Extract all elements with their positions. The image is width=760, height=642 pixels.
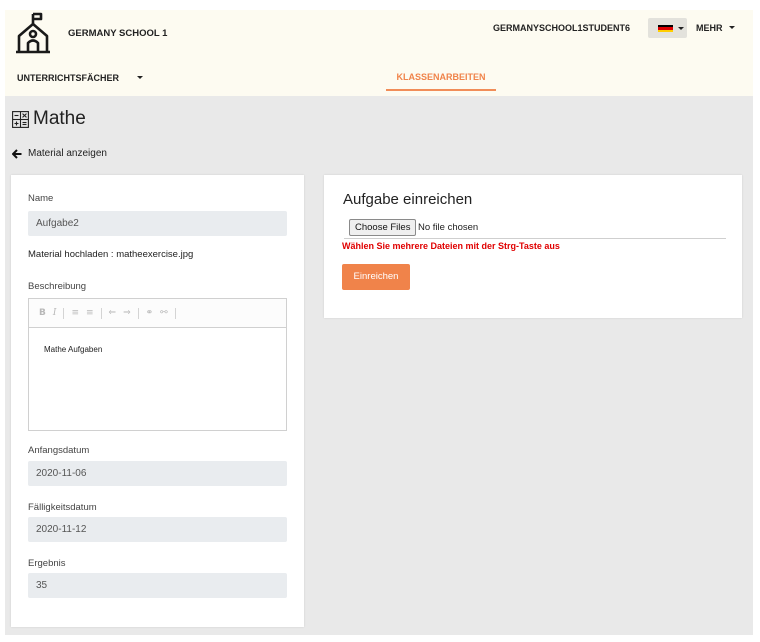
toolbar-divider <box>63 307 65 319</box>
italic-button[interactable]: I <box>53 308 57 318</box>
chevron-down-icon <box>729 26 735 29</box>
link-icon[interactable]: ⚭ <box>146 308 154 318</box>
editor-content[interactable]: Mathe Aufgaben <box>29 328 286 354</box>
due-date-label: Fälligkeitsdatum <box>28 502 97 513</box>
name-field: Aufgabe2 <box>28 211 287 236</box>
upload-material-text[interactable]: Material hochladen : matheexercise.jpg <box>28 249 193 260</box>
choose-files-button[interactable]: Choose Files <box>349 219 417 236</box>
chevron-down-icon <box>678 27 684 30</box>
name-label: Name <box>28 193 54 204</box>
result-field: 35 <box>28 573 287 598</box>
material-details-card: Name Aufgabe2 Material hochladen : mathe… <box>11 175 304 627</box>
language-dropdown[interactable] <box>648 18 687 38</box>
page-title: Mathe <box>12 108 86 130</box>
ordered-list-icon[interactable]: ≡ <box>71 308 79 318</box>
toolbar-divider <box>174 307 176 319</box>
more-label: MEHR <box>696 23 723 33</box>
start-date-field: 2020-11-06 <box>28 461 287 486</box>
bullet-list-icon[interactable]: ≡ <box>86 308 94 318</box>
submit-assignment-card: Aufgabe einreichen Choose Files No file … <box>324 175 742 318</box>
multi-select-hint: Wählen Sie mehrere Dateien mit der Strg-… <box>342 241 560 251</box>
german-flag-icon <box>658 25 673 32</box>
outdent-icon[interactable]: ⇐ <box>109 308 117 318</box>
file-input[interactable]: Choose Files No file chosen <box>344 218 726 239</box>
app-frame: GERMANY SCHOOL 1 GERMANYSCHOOL1STUDENT6 … <box>5 10 753 635</box>
more-menu[interactable]: MEHR <box>696 23 735 33</box>
submit-title: Aufgabe einreichen <box>343 191 473 208</box>
calculator-icon <box>12 110 29 128</box>
chevron-down-icon <box>137 76 143 79</box>
arrow-left-icon <box>12 148 22 159</box>
result-label: Ergebnis <box>28 558 66 569</box>
subjects-menu[interactable]: UNTERRICHTSFÄCHER <box>17 73 143 83</box>
toolbar-divider <box>100 307 102 319</box>
tab-klassenarbeiten[interactable]: KLASSENARBEITEN <box>386 63 496 91</box>
school-logo-icon[interactable] <box>15 12 55 56</box>
start-date-label: Anfangsdatum <box>28 445 90 456</box>
subjects-label: UNTERRICHTSFÄCHER <box>17 73 119 83</box>
submit-button[interactable]: Einreichen <box>342 264 410 290</box>
user-menu[interactable]: GERMANYSCHOOL1STUDENT6 <box>493 23 630 33</box>
no-file-text: No file chosen <box>418 222 479 233</box>
bold-button[interactable]: B <box>39 308 46 318</box>
school-name[interactable]: GERMANY SCHOOL 1 <box>68 28 167 39</box>
tab-label: KLASSENARBEITEN <box>396 72 486 82</box>
back-link-label: Material anzeigen <box>28 148 107 159</box>
description-editor[interactable]: B I ≡ ≡ ⇐ ⇒ ⚭ ⚯ Mathe Aufgaben <box>28 298 287 431</box>
page-title-text: Mathe <box>33 108 86 129</box>
header: GERMANY SCHOOL 1 GERMANYSCHOOL1STUDENT6 … <box>5 10 753 96</box>
description-label: Beschreibung <box>28 281 87 292</box>
editor-toolbar: B I ≡ ≡ ⇐ ⇒ ⚭ ⚯ <box>29 299 286 328</box>
unlink-icon[interactable]: ⚯ <box>160 308 168 318</box>
due-date-field: 2020-11-12 <box>28 517 287 542</box>
indent-icon[interactable]: ⇒ <box>123 308 131 318</box>
back-link[interactable]: Material anzeigen <box>12 148 107 159</box>
toolbar-divider <box>137 307 139 319</box>
